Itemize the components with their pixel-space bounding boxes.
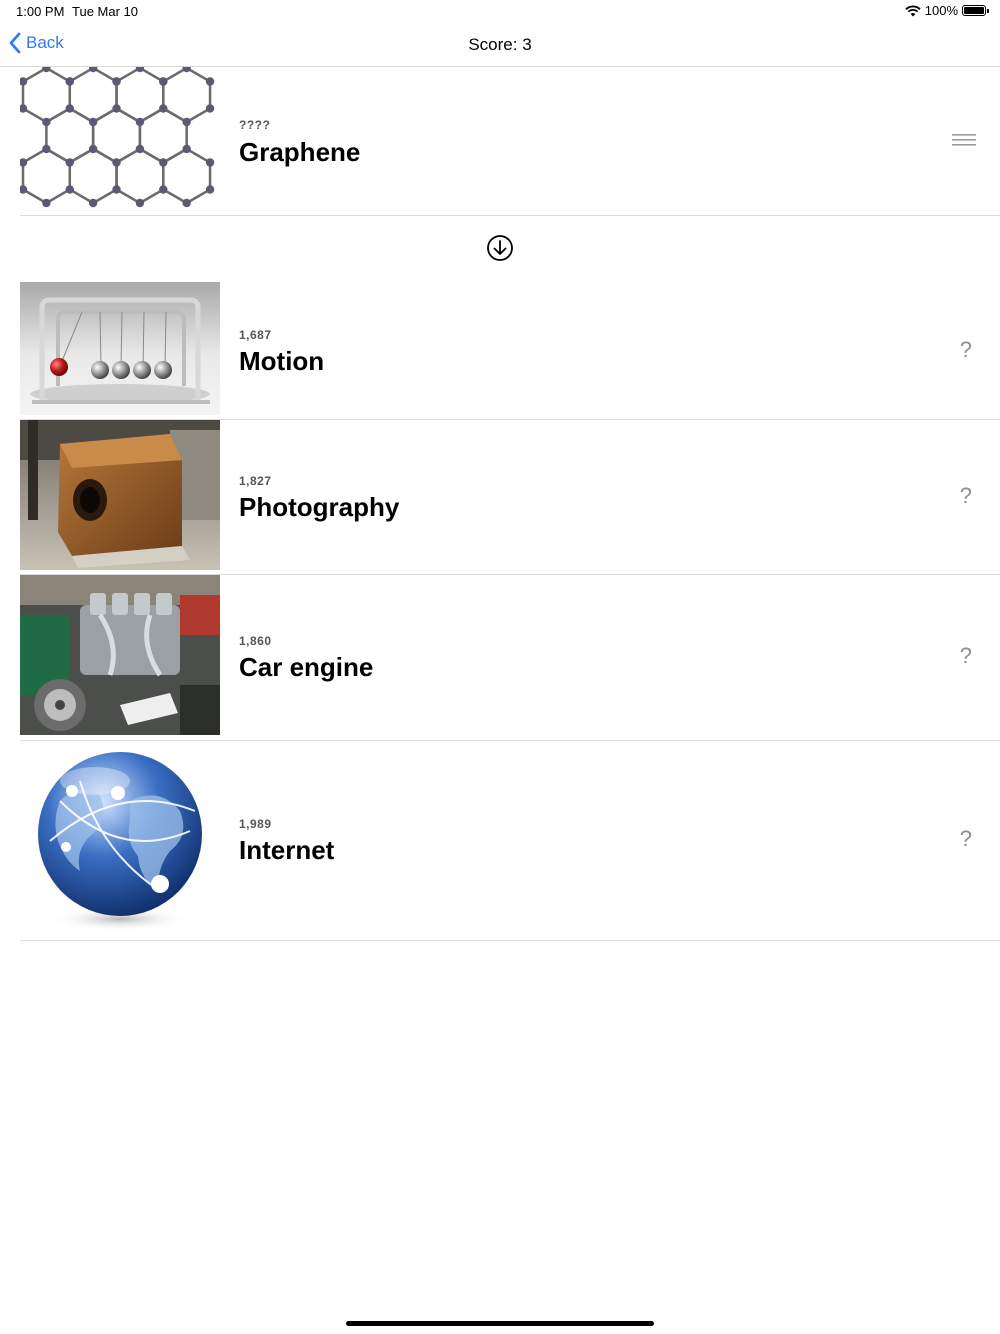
navigation-bar: Back Score: 3 (0, 24, 1000, 67)
card-name: Motion (239, 346, 325, 376)
card-year: 1,860 (239, 634, 272, 648)
timeline-row-internet[interactable]: 1,989 Internet ? (20, 741, 1000, 941)
status-indicators: 100% (905, 3, 989, 18)
question-mark-icon: ? (959, 483, 972, 508)
card-name: Internet (239, 835, 335, 865)
card-name: Photography (239, 492, 400, 522)
question-mark-icon: ? (959, 337, 972, 362)
home-indicator[interactable] (346, 1321, 654, 1326)
battery-icon (962, 5, 989, 16)
card-name: Graphene (239, 137, 361, 167)
timeline-row-photography[interactable]: 1,827 Photography ? (20, 420, 1000, 575)
score-title: Score: 3 (468, 35, 532, 54)
question-mark-icon: ? (959, 826, 972, 851)
battery-percent: 100% (924, 3, 958, 18)
status-bar: 1:00 PM Tue Mar 10 100% (0, 0, 1000, 24)
internet-globe-image (20, 741, 220, 939)
status-time: 1:00 PM (16, 4, 65, 19)
camera-box-image (20, 420, 220, 570)
card-name: Car engine (239, 652, 374, 682)
timeline-row-car-engine[interactable]: 1,860 Car engine ? (20, 575, 1000, 741)
arrow-down-circle-icon[interactable] (486, 234, 514, 262)
newtons-cradle-image (20, 282, 220, 415)
card-year: 1,989 (239, 817, 272, 831)
status-date: Tue Mar 10 (72, 4, 138, 19)
card-year: 1,687 (239, 328, 272, 342)
car-engine-image (20, 575, 220, 735)
card-year: ???? (239, 118, 271, 132)
card-year: 1,827 (239, 474, 272, 488)
placement-hint (0, 216, 1000, 280)
question-mark-icon: ? (959, 643, 972, 668)
wifi-icon (905, 5, 921, 16)
timeline-row-motion[interactable]: 1,687 Motion ? (20, 282, 1000, 420)
reorder-handle-icon[interactable] (952, 133, 976, 147)
graphene-lattice-image (20, 67, 220, 215)
current-card-row[interactable]: ???? Graphene (20, 67, 1000, 216)
